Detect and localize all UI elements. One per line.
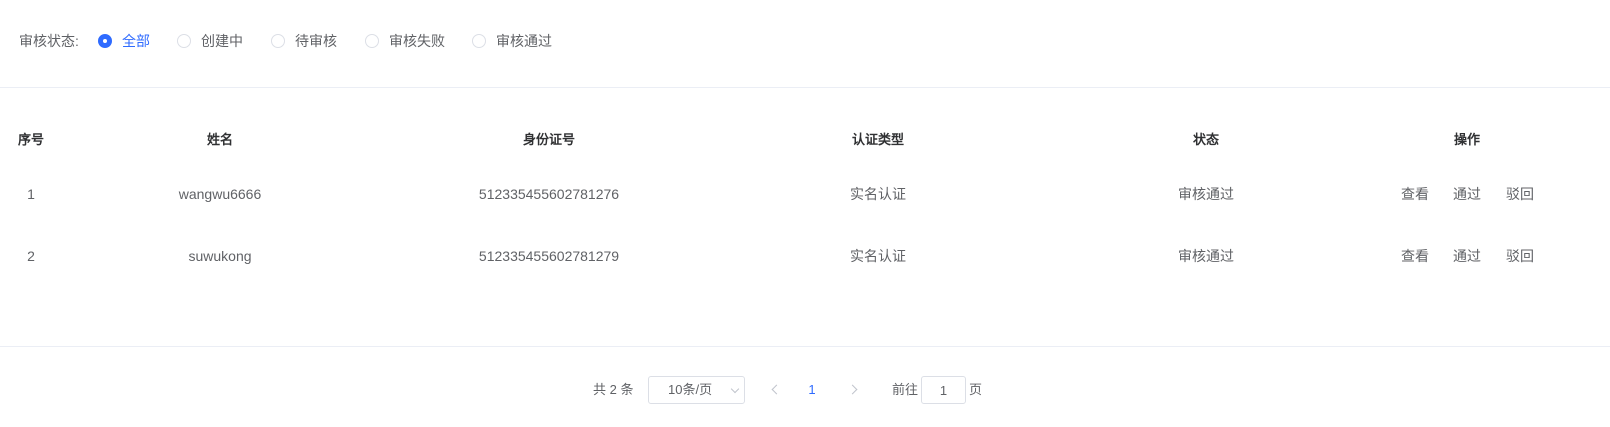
- cell-id-number: 512335455602781276: [478, 186, 620, 202]
- radio-dot-icon: [472, 34, 486, 48]
- page-size-value: 10条/页: [668, 382, 713, 397]
- goto-page-input[interactable]: [921, 376, 966, 404]
- page-number-current[interactable]: 1: [800, 376, 824, 404]
- radio-dot-icon: [98, 34, 112, 48]
- radio-pending[interactable]: 待审核: [271, 33, 337, 49]
- radio-dot-icon: [365, 34, 379, 48]
- cell-name: suwukong: [188, 248, 252, 264]
- cell-name: wangwu6666: [178, 186, 262, 202]
- radio-all[interactable]: 全部: [98, 33, 150, 49]
- table-row: 2 suwukong 512335455602781279 实名认证 审核通过 …: [0, 246, 1610, 266]
- prev-page-button[interactable]: [761, 376, 789, 404]
- radio-failed[interactable]: 审核失败: [365, 33, 445, 49]
- radio-label: 全部: [122, 33, 150, 49]
- filter-bar: 审核状态: 全部 创建中 待审核 审核失败 审核通过: [0, 0, 1610, 88]
- column-header-id-number: 身份证号: [522, 132, 576, 147]
- cell-auth-type: 实名认证: [850, 248, 906, 264]
- radio-label: 待审核: [295, 33, 337, 49]
- pass-button[interactable]: 通过: [1453, 246, 1481, 266]
- next-page-button[interactable]: [840, 376, 868, 404]
- radio-dot-icon: [271, 34, 285, 48]
- radio-label: 审核失败: [389, 33, 445, 49]
- radio-dot-icon: [177, 34, 191, 48]
- pagination-total: 共 2 条: [593, 382, 634, 397]
- radio-label: 审核通过: [496, 33, 552, 49]
- table-row: 1 wangwu6666 512335455602781276 实名认证 审核通…: [0, 184, 1610, 204]
- cell-id-number: 512335455602781279: [478, 248, 620, 264]
- column-header-name: 姓名: [206, 132, 234, 147]
- radio-approved[interactable]: 审核通过: [472, 33, 552, 49]
- column-header-index: 序号: [17, 132, 45, 147]
- goto-label: 前往: [892, 382, 919, 397]
- view-button[interactable]: 查看: [1401, 246, 1429, 266]
- cell-index: 2: [27, 248, 35, 264]
- filter-label: 审核状态:: [19, 33, 79, 49]
- cell-status: 审核通过: [1178, 248, 1234, 264]
- view-button[interactable]: 查看: [1401, 184, 1429, 204]
- cell-status: 审核通过: [1178, 186, 1234, 202]
- radio-creating[interactable]: 创建中: [177, 33, 243, 49]
- column-header-status: 状态: [1192, 132, 1220, 147]
- table-bottom-divider: [0, 346, 1610, 347]
- page-size-select[interactable]: 10条/页: [648, 376, 745, 404]
- table-header-row: 序号 姓名 身份证号 认证类型 状态 操作: [0, 130, 1610, 150]
- column-header-actions: 操作: [1453, 132, 1481, 147]
- reject-button[interactable]: 驳回: [1506, 184, 1534, 204]
- column-header-auth-type: 认证类型: [851, 132, 905, 147]
- radio-label: 创建中: [201, 33, 243, 49]
- cell-index: 1: [27, 186, 35, 202]
- reject-button[interactable]: 驳回: [1506, 246, 1534, 266]
- chevron-down-icon: [730, 384, 740, 394]
- pass-button[interactable]: 通过: [1453, 184, 1481, 204]
- goto-suffix: 页: [969, 382, 983, 397]
- cell-auth-type: 实名认证: [850, 186, 906, 202]
